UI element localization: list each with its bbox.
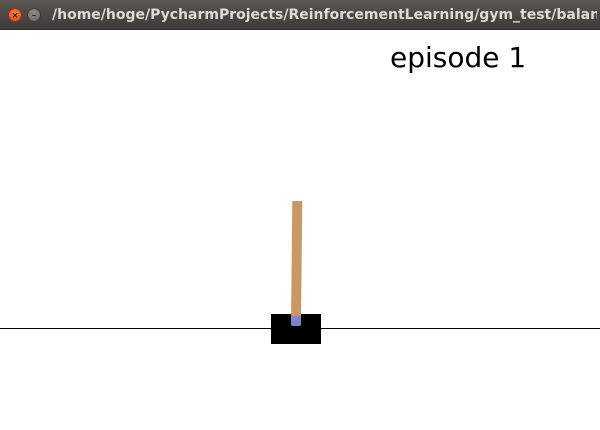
episode-label: episode 1 [390,41,527,74]
axle [291,316,301,326]
window-title: /home/hoge/PycharmProjects/Reinforcement… [52,7,597,23]
app-window: × – /home/hoge/PycharmProjects/Reinforce… [0,0,600,430]
close-button[interactable]: × [8,8,22,22]
title-bar[interactable]: × – /home/hoge/PycharmProjects/Reinforce… [0,0,600,30]
minimize-icon: – [31,11,37,21]
pole [291,200,303,323]
minimize-button[interactable]: – [27,8,41,22]
close-icon: × [11,11,19,21]
render-canvas: episode 1 [0,30,600,430]
